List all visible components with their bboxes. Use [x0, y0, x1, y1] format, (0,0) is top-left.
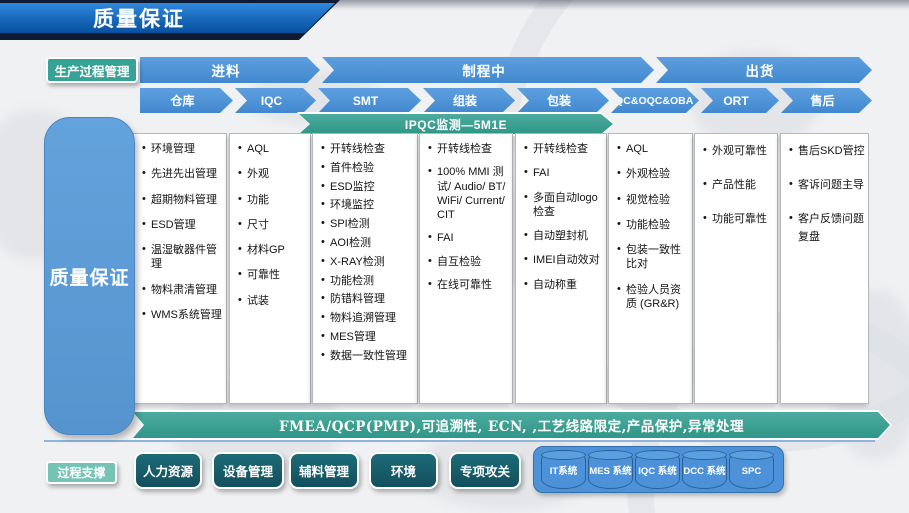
production-process-label: 生产过程管理: [46, 57, 138, 83]
process-item: 功能检验: [615, 218, 689, 232]
system-cylinder-1: IT系统: [541, 450, 586, 489]
process-item: 物料追溯管理: [319, 311, 414, 325]
process-item: 功能: [236, 193, 307, 207]
system-cylinder-2: MES 系统: [588, 450, 633, 489]
process-item: 外观检验: [615, 167, 689, 181]
process-item: 检验人员资质 (GR&R): [615, 283, 689, 312]
system-cylinder-5: SPC: [729, 450, 774, 489]
process-item: 可靠性: [236, 268, 307, 282]
process-item: 开转线检查: [426, 142, 509, 156]
system-cylinder-4: DCC 系统: [682, 450, 727, 489]
page-title: 质量保证: [0, 3, 335, 33]
process-item: 环境监控: [319, 198, 414, 212]
process-item: 自动称重: [522, 278, 603, 292]
process-item-list: 外观可靠性产品性能功能可靠性: [701, 142, 774, 228]
process-item: 环境管理: [140, 142, 223, 156]
process-item: 客诉问题主导: [787, 176, 865, 194]
process-item: MES管理: [319, 330, 414, 344]
process-item: 功能检测: [319, 274, 414, 288]
process-item: 防错料管理: [319, 292, 414, 306]
process-item: AQL: [615, 142, 689, 156]
process-column-1: 环境管理先进先出管理超期物料管理 ESD管理温湿敏器件管理物料肃清管理 WMS系统管…: [133, 133, 227, 404]
process-item: 功能可靠性: [701, 210, 774, 228]
process-support-label: 过程支撑: [46, 461, 117, 484]
process-item: 试装: [236, 294, 307, 308]
support-button-2: 设备管理: [212, 452, 284, 489]
process-column-3: 开转线检查首件检验 ESD监控环境监控 SPI检测 AOI检测 X-RAY检测功能检测防…: [312, 133, 418, 404]
process-item: IMEI自动效对: [522, 253, 603, 267]
stage-arrow-3: 出货: [656, 57, 872, 83]
support-button-3: 辅料管理: [289, 452, 359, 489]
slide-canvas: 质量保证 生产过程管理 进料制程中出货 仓库IQCSMT组装包装FQC&OQC&…: [0, 0, 909, 513]
process-item: 100% MMI 测试/ Audio/ BT/ WiFi/ Current/ C…: [426, 165, 509, 222]
substage-arrow-3: SMT: [318, 88, 421, 113]
process-item: 自动塑封机: [522, 229, 603, 243]
process-item: 温湿敏器件管理: [140, 243, 223, 272]
process-item: 先进先出管理: [140, 167, 223, 181]
substage-arrow-8: 售后: [781, 88, 872, 113]
header-bar: 质量保证: [0, 0, 340, 40]
fmea-arrow-label: FMEA/QCP(PMP),可追溯性, ECN, ,工艺线路限定,产品保护,异常…: [133, 412, 890, 438]
process-item: 物料肃清管理: [140, 283, 223, 297]
process-column-4: 开转线检查 100% MMI 测试/ Audio/ BT/ WiFi/ Curre…: [419, 133, 513, 404]
process-item: 外观: [236, 167, 307, 181]
support-button-5: 专项攻关: [449, 452, 521, 489]
process-item: X-RAY检测: [319, 255, 414, 269]
process-item-list: 开转线检查 FAI 多面自动logo 检查自动塑封机 IMEI自动效对自动称重: [522, 142, 603, 292]
ipqc-monitor-arrow-label: IPQC监测—5M1E: [299, 114, 613, 134]
system-cylinder-3: IQC 系统: [635, 450, 680, 489]
process-item: ESD管理: [140, 218, 223, 232]
process-item: FAI: [522, 166, 603, 180]
process-item: SPI检测: [319, 217, 414, 231]
process-item: 数据一致性管理: [319, 349, 414, 363]
process-column-7: 外观可靠性产品性能功能可靠性: [694, 133, 778, 404]
substage-arrow-5: 包装: [517, 88, 609, 113]
process-column-2: AQL 外观功能尺寸材料GP 可靠性试装: [229, 133, 311, 404]
substage-arrow-4: 组装: [423, 88, 515, 113]
process-item: 产品性能: [701, 176, 774, 194]
process-item: FAI: [426, 231, 509, 245]
process-item-list: 开转线检查 100% MMI 测试/ Audio/ BT/ WiFi/ Curre…: [426, 142, 509, 292]
process-item: WMS系统管理: [140, 308, 223, 322]
substage-arrow-6: FQC&OQC&OBA: [611, 88, 699, 113]
support-button-4: 环境: [369, 452, 438, 489]
process-column-5: 开转线检查 FAI 多面自动logo 检查自动塑封机 IMEI自动效对自动称重: [515, 133, 607, 404]
process-item-list: 售后SKD管控客诉问题主导客户反馈问题复盘: [787, 142, 865, 247]
section-divider: [44, 440, 875, 442]
stage-arrow-1: 进料: [140, 57, 320, 83]
process-item-list: 开转线检查首件检验 ESD监控环境监控 SPI检测 AOI检测 X-RAY检测功能检测防…: [319, 142, 414, 363]
process-column-8: 售后SKD管控客诉问题主导客户反馈问题复盘: [780, 133, 869, 404]
process-item: 自互检验: [426, 255, 509, 269]
fmea-arrow: FMEA/QCP(PMP),可追溯性, ECN, ,工艺线路限定,产品保护,异常…: [131, 410, 892, 440]
process-item: 在线可靠性: [426, 278, 509, 292]
substage-arrow-2: IQC: [235, 88, 316, 113]
process-item: 材料GP: [236, 243, 307, 257]
process-item: 客户反馈问题复盘: [787, 210, 865, 246]
process-item-list: AQL 外观检验视觉检验功能检验包装一致性比对检验人员资质 (GR&R): [615, 142, 689, 311]
process-item: AQL: [236, 142, 307, 156]
process-item: 包装一致性比对: [615, 243, 689, 272]
process-item: 首件检验: [319, 161, 414, 175]
process-item: 开转线检查: [319, 142, 414, 156]
process-item-list: AQL 外观功能尺寸材料GP 可靠性试装: [236, 142, 307, 308]
quality-assurance-shape: 质量保证: [44, 117, 135, 435]
stage-arrow-2: 制程中: [322, 57, 654, 83]
process-column-6: AQL 外观检验视觉检验功能检验包装一致性比对检验人员资质 (GR&R): [608, 133, 693, 404]
process-item: 开转线检查: [522, 142, 603, 156]
process-item: 视觉检验: [615, 193, 689, 207]
process-item: 超期物料管理: [140, 193, 223, 207]
process-item: 尺寸: [236, 218, 307, 232]
process-item-list: 环境管理先进先出管理超期物料管理 ESD管理温湿敏器件管理物料肃清管理 WMS系统管…: [140, 142, 223, 322]
process-item: 外观可靠性: [701, 142, 774, 160]
support-button-1: 人力资源: [134, 452, 202, 489]
process-item: 售后SKD管控: [787, 142, 865, 160]
process-item: 多面自动logo 检查: [522, 191, 603, 220]
process-item: ESD监控: [319, 180, 414, 194]
process-item: AOI检测: [319, 236, 414, 250]
substage-arrow-1: 仓库: [140, 88, 233, 113]
